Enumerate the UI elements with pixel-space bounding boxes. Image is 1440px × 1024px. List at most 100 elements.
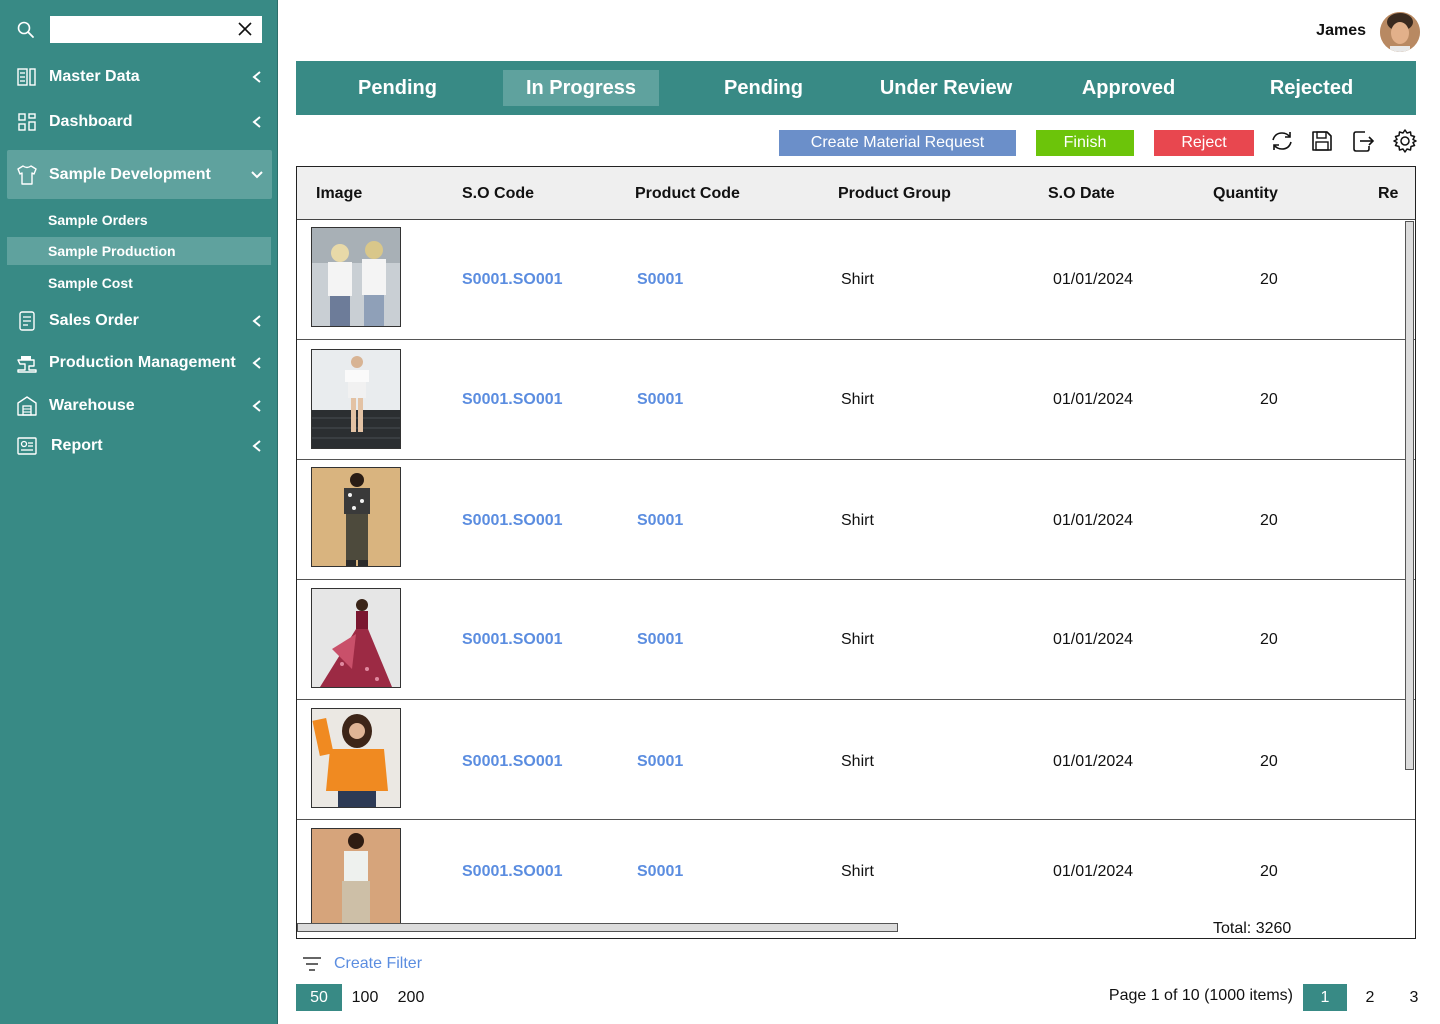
create-material-request-button[interactable]: Create Material Request xyxy=(779,130,1016,156)
document-icon xyxy=(19,311,35,331)
column-header-image: Image xyxy=(316,185,363,202)
page-button-1[interactable]: 1 xyxy=(1303,984,1347,1011)
so-date: 01/01/2024 xyxy=(1053,391,1134,408)
table-row[interactable]: S0001.SO001 S0001 Shirt 01/01/2024 20 xyxy=(297,580,1415,700)
column-header-quantity[interactable]: Quantity xyxy=(1213,185,1278,203)
tab-under-review[interactable]: Under Review xyxy=(866,70,1026,106)
tab-pending[interactable]: Pending xyxy=(320,70,475,106)
sidebar-subitem-sample-cost[interactable]: Sample Cost xyxy=(7,269,271,297)
search-icon xyxy=(17,21,34,38)
so-code-link[interactable]: S0001.SO001 xyxy=(462,512,563,530)
so-date: 01/01/2024 xyxy=(1053,271,1134,288)
reject-button[interactable]: Reject xyxy=(1154,130,1254,156)
product-group: Shirt xyxy=(841,631,874,648)
product-group: Shirt xyxy=(841,512,874,529)
tab-rejected[interactable]: Rejected xyxy=(1234,70,1389,106)
so-code-link[interactable]: S0001.SO001 xyxy=(462,863,563,881)
so-date: 01/01/2024 xyxy=(1053,512,1134,529)
tab-approved[interactable]: Approved xyxy=(1051,70,1206,106)
table-row[interactable]: S0001.SO001 S0001 Shirt 01/01/2024 20 xyxy=(297,460,1415,580)
page-size-100[interactable]: 100 xyxy=(342,984,388,1011)
sidebar-subitem-label: Sample Cost xyxy=(48,275,133,291)
page-button-2[interactable]: 2 xyxy=(1348,984,1392,1011)
report-icon xyxy=(17,437,37,455)
dashboard-icon xyxy=(18,113,36,131)
sewing-machine-icon xyxy=(17,356,37,373)
column-header-so-date[interactable]: S.O Date xyxy=(1048,185,1115,203)
product-group: Shirt xyxy=(841,753,874,770)
column-header-re[interactable]: Re xyxy=(1378,185,1398,203)
sidebar: Master Data Dashboard Sample Development… xyxy=(0,0,278,1024)
chevron-down-icon xyxy=(251,170,263,178)
sidebar-item-label: Warehouse xyxy=(49,397,135,414)
sidebar-item-master-data[interactable]: Master Data xyxy=(0,57,278,97)
filter-icon xyxy=(303,957,321,971)
quantity: 20 xyxy=(1260,271,1278,288)
product-thumbnail xyxy=(311,828,401,924)
so-code-link[interactable]: S0001.SO001 xyxy=(462,753,563,771)
sidebar-item-report[interactable]: Report xyxy=(0,426,278,466)
search-input[interactable] xyxy=(50,16,262,43)
quantity: 20 xyxy=(1260,391,1278,408)
status-tabbar: Pending In Progress Pending Under Review… xyxy=(296,61,1416,115)
table-row[interactable]: S0001.SO001 S0001 Shirt 01/01/2024 20 xyxy=(297,700,1415,820)
so-code-link[interactable]: S0001.SO001 xyxy=(462,271,563,289)
sidebar-item-label: Dashboard xyxy=(49,113,133,130)
product-code-link[interactable]: S0001 xyxy=(637,512,683,530)
export-icon[interactable] xyxy=(1350,128,1376,154)
avatar[interactable] xyxy=(1380,12,1420,52)
table-header: Image S.O Code Product Code Product Grou… xyxy=(297,167,1415,220)
product-group: Shirt xyxy=(841,391,874,408)
column-header-product-group[interactable]: Product Group xyxy=(838,185,951,203)
product-code-link[interactable]: S0001 xyxy=(637,271,683,289)
table-row[interactable]: S0001.SO001 S0001 Shirt 01/01/2024 20 xyxy=(297,340,1415,460)
product-code-link[interactable]: S0001 xyxy=(637,631,683,649)
shirt-icon xyxy=(17,164,37,185)
settings-icon[interactable] xyxy=(1392,128,1418,154)
chevron-left-icon xyxy=(252,116,261,128)
chevron-left-icon xyxy=(252,315,261,327)
pagination-info: Page 1 of 10 (1000 items) xyxy=(1108,987,1293,1004)
sidebar-search xyxy=(0,0,278,60)
horizontal-scrollbar[interactable] xyxy=(297,923,898,932)
product-group: Shirt xyxy=(841,271,874,288)
so-code-link[interactable]: S0001.SO001 xyxy=(462,631,563,649)
product-code-link[interactable]: S0001 xyxy=(637,863,683,881)
so-date: 01/01/2024 xyxy=(1053,863,1134,880)
sidebar-item-warehouse[interactable]: Warehouse xyxy=(0,386,278,426)
page-button-3[interactable]: 3 xyxy=(1392,984,1436,1011)
create-filter-label: Create Filter xyxy=(334,955,423,972)
sidebar-item-production-management[interactable]: Production Management xyxy=(0,343,278,383)
page-size-200[interactable]: 200 xyxy=(388,984,434,1011)
column-header-product-code[interactable]: Product Code xyxy=(635,185,740,203)
refresh-icon[interactable] xyxy=(1269,128,1295,154)
sidebar-item-label: Production Management xyxy=(49,354,236,371)
product-group: Shirt xyxy=(841,863,874,880)
create-filter-button[interactable]: Create Filter xyxy=(302,954,422,974)
sidebar-item-dashboard[interactable]: Dashboard xyxy=(0,102,278,142)
so-date: 01/01/2024 xyxy=(1053,631,1134,648)
tab-pending-2[interactable]: Pending xyxy=(686,70,841,106)
table-row[interactable]: S0001.SO001 S0001 Shirt 01/01/2024 20 xyxy=(297,220,1415,340)
sidebar-item-label: Report xyxy=(51,437,103,454)
sidebar-item-sample-development[interactable]: Sample Development xyxy=(7,150,272,199)
product-code-link[interactable]: S0001 xyxy=(637,753,683,771)
close-icon[interactable] xyxy=(236,20,254,38)
vertical-scrollbar[interactable] xyxy=(1405,221,1414,770)
avatar-image xyxy=(1380,12,1420,52)
so-code-link[interactable]: S0001.SO001 xyxy=(462,391,563,409)
user-name: James xyxy=(1316,22,1366,39)
sidebar-item-sales-order[interactable]: Sales Order xyxy=(0,301,278,341)
tab-in-progress[interactable]: In Progress xyxy=(503,70,659,106)
product-thumbnail xyxy=(311,708,401,808)
sidebar-subitem-sample-orders[interactable]: Sample Orders xyxy=(7,206,271,234)
save-icon[interactable] xyxy=(1309,128,1335,154)
page-size-50[interactable]: 50 xyxy=(296,984,342,1011)
finish-button[interactable]: Finish xyxy=(1036,130,1134,156)
product-code-link[interactable]: S0001 xyxy=(637,391,683,409)
so-date: 01/01/2024 xyxy=(1053,753,1134,770)
column-header-so-code[interactable]: S.O Code xyxy=(462,185,534,203)
sidebar-subitem-sample-production[interactable]: Sample Production xyxy=(7,237,271,265)
quantity: 20 xyxy=(1260,863,1278,880)
sidebar-item-label: Sales Order xyxy=(49,312,139,329)
